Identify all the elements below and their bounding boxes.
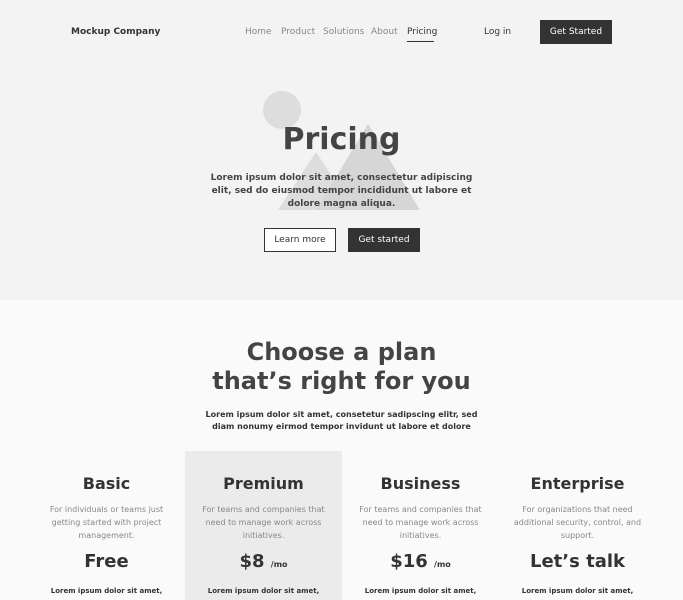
plan-feature-text: Lorem ipsum dolor sit amet, xyxy=(364,587,477,595)
company-logo[interactable]: Mockup Company xyxy=(71,27,160,37)
plan-name: Basic xyxy=(82,474,131,493)
plans-heading-line2: that’s right for you xyxy=(212,367,471,395)
plan-price-period: /mo xyxy=(270,560,288,569)
plan-feature-text: Lorem ipsum dolor sit amet, xyxy=(50,587,163,595)
plan-card-business[interactable]: Business For teams and companies that ne… xyxy=(342,451,499,600)
plan-price: Free xyxy=(28,551,185,572)
nav-get-started-button[interactable]: Get Started xyxy=(540,20,612,44)
page-title: Pricing xyxy=(282,122,401,157)
plan-price-period: /mo xyxy=(434,560,451,569)
plans-heading: Choose a plan that’s right for you xyxy=(0,338,683,396)
plan-card-basic[interactable]: Basic For individuals or teams just gett… xyxy=(28,451,185,600)
nav-link-home[interactable]: Home xyxy=(245,27,272,37)
plan-description: For teams and companies that need to man… xyxy=(202,505,325,540)
plan-card-enterprise[interactable]: Enterprise For organizations that need a… xyxy=(499,451,656,600)
plan-price-value: $8 xyxy=(239,551,265,572)
nav-link-product[interactable]: Product xyxy=(281,27,315,37)
plan-price: $8 /mo xyxy=(185,551,342,572)
hero-section: Mockup Company Home Product Solutions Ab… xyxy=(0,0,683,300)
login-link[interactable]: Log in xyxy=(484,27,511,37)
nav-link-about[interactable]: About xyxy=(371,27,398,37)
plan-price: $16 /mo xyxy=(342,551,499,572)
nav-active-underline xyxy=(407,41,434,42)
plan-price-value: $16 xyxy=(390,551,428,572)
learn-more-button[interactable]: Learn more xyxy=(264,228,336,252)
plan-price-value: Free xyxy=(84,551,129,572)
plan-description: For teams and companies that need to man… xyxy=(359,505,482,540)
plan-name: Business xyxy=(380,474,461,493)
plan-name: Enterprise xyxy=(530,474,625,493)
get-started-button[interactable]: Get started xyxy=(348,228,420,252)
plan-card-premium[interactable]: Premium For teams and companies that nee… xyxy=(185,451,342,600)
plan-feature-text: Lorem ipsum dolor sit amet, xyxy=(521,587,634,595)
plans-heading-line1: Choose a plan xyxy=(246,338,437,366)
nav-link-solutions[interactable]: Solutions xyxy=(323,27,364,37)
plan-price-value: Let’s talk xyxy=(530,551,625,572)
plans-subtitle: Lorem ipsum dolor sit amet, consetetur s… xyxy=(205,410,478,431)
plan-description: For individuals or teams just getting st… xyxy=(49,505,164,540)
nav-link-pricing[interactable]: Pricing xyxy=(407,27,437,37)
plan-description: For organizations that need additional s… xyxy=(513,505,642,540)
plan-price: Let’s talk xyxy=(499,551,656,572)
hero-description: Lorem ipsum dolor sit amet, consectetur … xyxy=(210,173,473,209)
plan-feature-text: Lorem ipsum dolor sit amet, xyxy=(207,587,320,595)
plan-name: Premium xyxy=(223,474,304,493)
